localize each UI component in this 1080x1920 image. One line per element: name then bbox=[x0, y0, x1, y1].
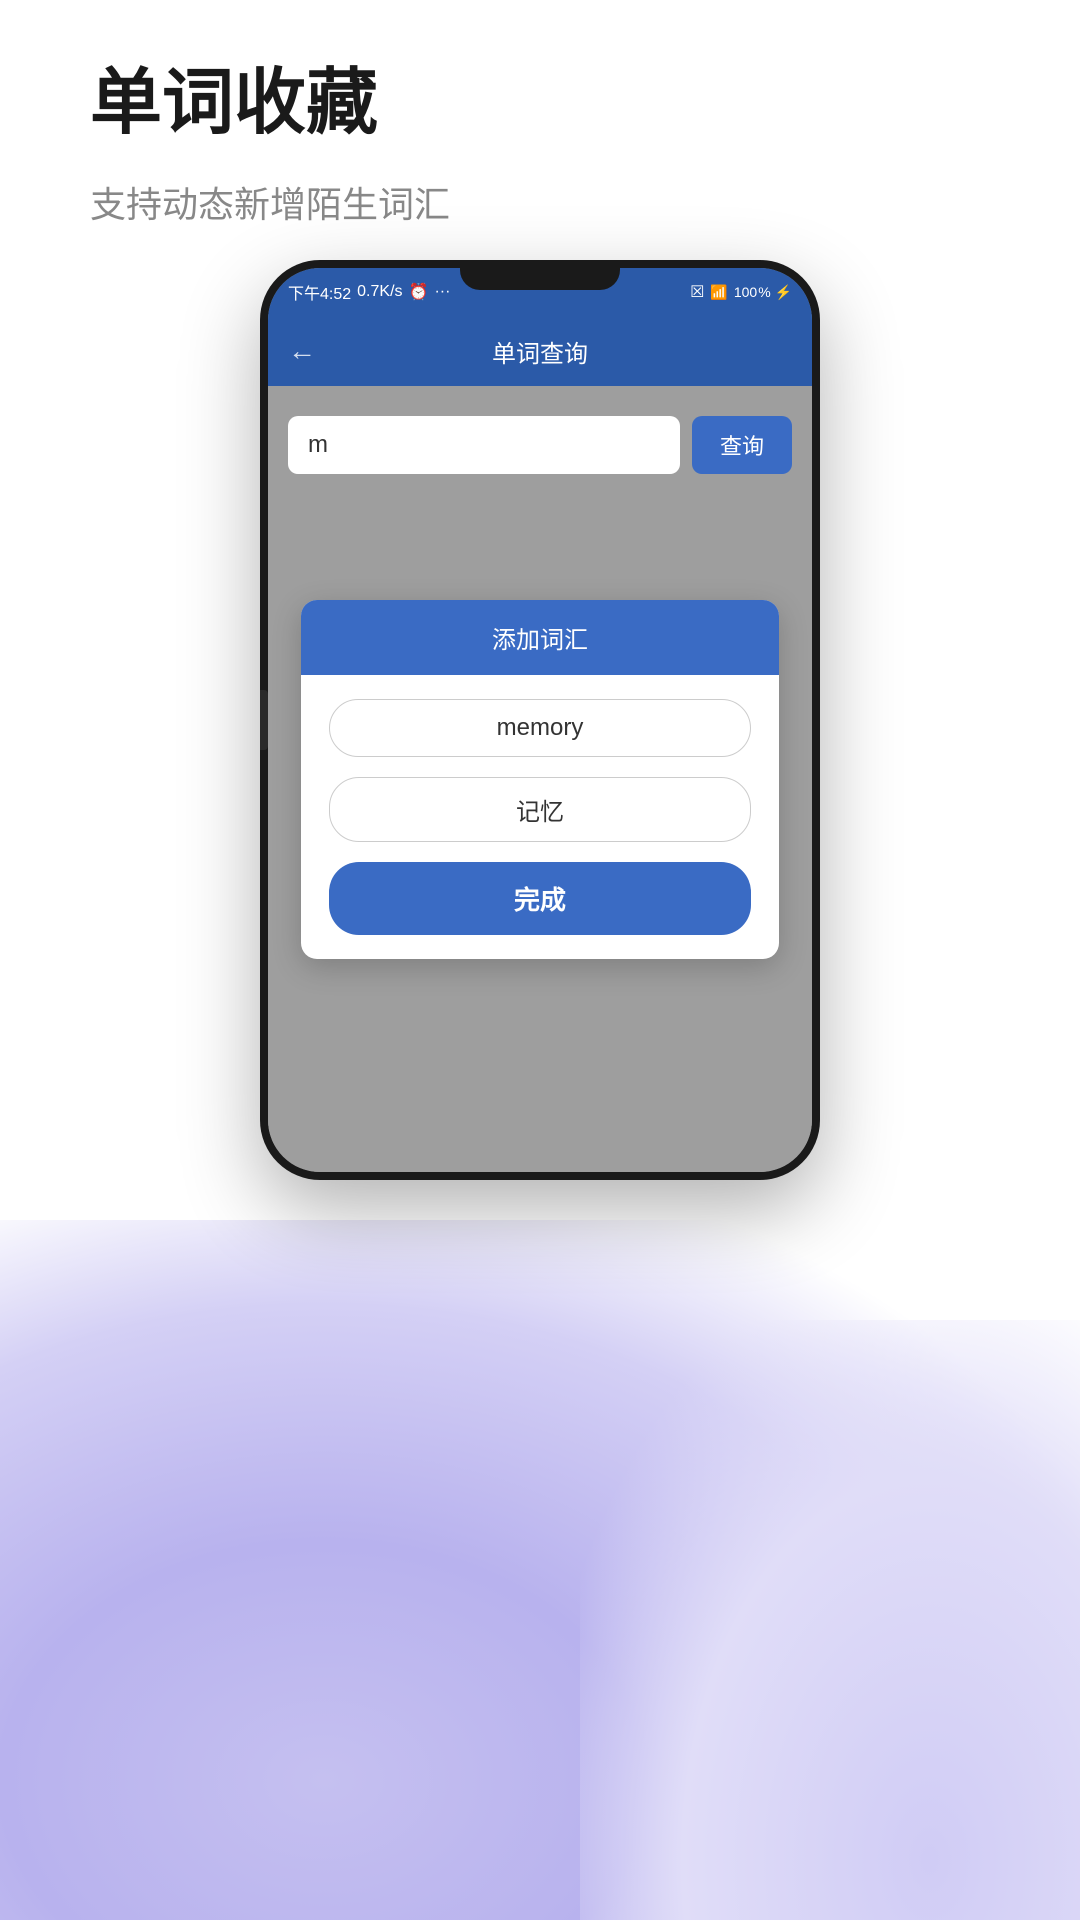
page-title: 单词收藏 bbox=[90, 60, 450, 146]
battery-icon: 100% ⚡ bbox=[734, 284, 792, 301]
dialog-overlay: 添加词汇 memory 记忆 完成 bbox=[268, 386, 812, 1172]
page-subtitle: 支持动态新增陌生词汇 bbox=[90, 176, 450, 228]
phone-notch bbox=[460, 260, 620, 290]
dialog-word-field[interactable]: memory bbox=[329, 699, 752, 757]
dialog-title: 添加词汇 bbox=[321, 620, 760, 655]
phone-frame: 下午4:52 0.7K/s ⏰ ··· ☒ 📶 100% ⚡ ← 单词查询 bbox=[260, 260, 820, 1180]
dialog-body: memory 记忆 完成 bbox=[301, 675, 780, 959]
page-header: 单词收藏 支持动态新增陌生词汇 bbox=[90, 60, 450, 228]
dialog-confirm-button[interactable]: 完成 bbox=[329, 862, 752, 935]
phone-side-button bbox=[260, 690, 268, 750]
status-bar-left: 下午4:52 0.7K/s ⏰ ··· bbox=[288, 280, 450, 304]
dialog: 添加词汇 memory 记忆 完成 bbox=[301, 600, 780, 959]
app-bar: ← 单词查询 bbox=[268, 316, 812, 386]
dialog-header: 添加词汇 bbox=[301, 600, 780, 675]
status-network: 0.7K/s bbox=[357, 283, 402, 301]
app-bar-title: 单词查询 bbox=[492, 334, 588, 369]
background-gradient-right bbox=[580, 1320, 1080, 1920]
battery-level: 100 bbox=[734, 284, 757, 300]
wifi-icon: 📶 bbox=[710, 284, 727, 301]
phone-screen: 下午4:52 0.7K/s ⏰ ··· ☒ 📶 100% ⚡ ← 单词查询 bbox=[268, 268, 812, 1172]
status-time: 下午4:52 bbox=[288, 280, 351, 304]
status-dots: ··· bbox=[434, 283, 450, 301]
back-button[interactable]: ← bbox=[288, 335, 316, 367]
status-bar-right: ☒ 📶 100% ⚡ bbox=[690, 282, 792, 302]
screen-content: m 查询 添加词汇 memory 记忆 完成 bbox=[268, 386, 812, 1172]
dialog-translation-field[interactable]: 记忆 bbox=[329, 777, 752, 842]
status-alarm-icon: ⏰ bbox=[409, 282, 429, 302]
status-x-icon: ☒ bbox=[690, 282, 704, 302]
